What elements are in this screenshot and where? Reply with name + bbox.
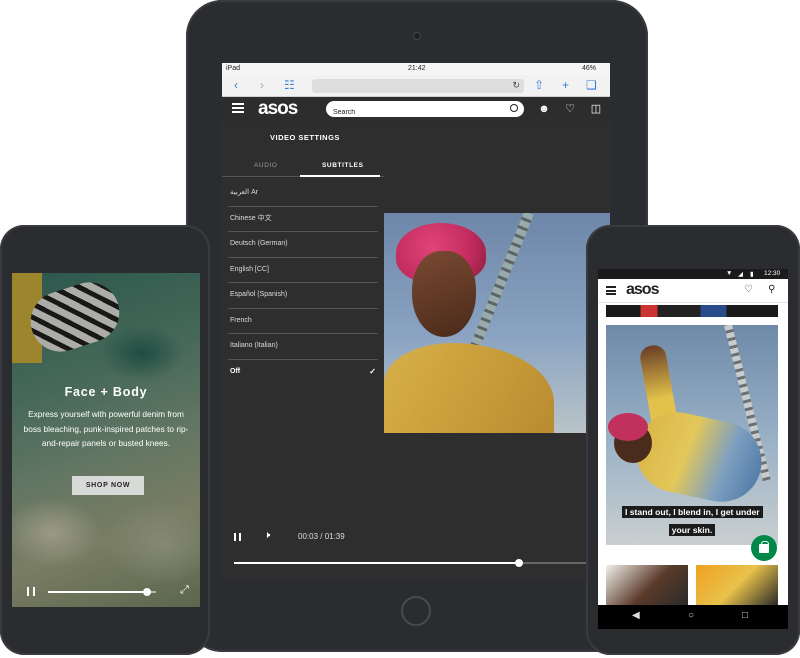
status-time: 21:42 [408,65,426,72]
settings-tabs: AUDIO SUBTITLES [222,157,384,177]
android-status-bar: ▼ ◢ ▮ 12:30 [598,269,788,279]
right-phone-device: ▼ ◢ ▮ 12:30 asos ♡ ⚲ I stand out, I blen… [586,225,800,655]
subtitle-option-arabic[interactable]: العربية Ar [228,181,378,207]
menu-icon[interactable] [606,286,616,295]
subtitle-option-english[interactable]: English [CC] [228,258,378,283]
tablet-home-button[interactable] [401,596,431,626]
bookmarks-icon[interactable]: ☷ [284,78,295,92]
reload-icon[interactable]: ↻ [512,80,520,91]
new-tab-icon[interactable]: + [562,78,569,92]
progress-fill [234,562,519,564]
search-field[interactable] [326,101,524,121]
safari-toolbar: ‹ › ☷ ↻ ⇧ + ❏ [222,75,610,97]
shop-now-button[interactable]: SHOP NOW [72,476,144,495]
wishlist-icon[interactable]: ♡ [564,103,576,115]
active-tab-indicator [300,175,380,177]
account-icon[interactable]: ☻ [538,103,550,115]
model-hair-graphic [608,413,648,441]
carrier-label: iPad [226,65,241,72]
signal-icon: ▼ [726,270,733,277]
progress-fill [48,591,148,593]
product-thumbnail[interactable] [696,565,778,605]
battery-level: 46% [582,65,597,72]
progress-handle[interactable] [514,559,523,567]
collapse-icon[interactable]: ⤢ [180,584,189,597]
status-time: 12:30 [764,270,781,277]
menu-icon[interactable] [232,103,244,113]
subtitle-option-chinese[interactable]: Chinese 中文 [228,207,378,232]
video-frame[interactable] [384,213,610,433]
pause-icon[interactable] [234,533,241,541]
battery-icon: ▮ [750,271,754,278]
asos-logo[interactable]: asos [626,281,659,299]
left-phone-screen: Face + Body Express yourself with powerf… [12,273,200,607]
model-face-graphic [412,251,476,337]
ios-status-bar: iPad 21:42 46% [222,63,610,75]
share-icon[interactable]: ⇧ [534,78,544,92]
address-bar[interactable]: ↻ [312,79,524,93]
forward-icon[interactable]: › [260,78,264,92]
tabs-icon[interactable]: ❏ [586,78,597,92]
product-thumbnail[interactable] [606,565,688,605]
pause-icon[interactable] [27,587,35,596]
caption-text: I stand out, I blend in, I get under you… [622,506,763,536]
subtitle-option-italian[interactable]: Italiano (Italian) [228,334,378,360]
left-phone-device: Face + Body Express yourself with powerf… [0,225,210,655]
tablet-device: iPad 21:42 46% ‹ › ☷ ↻ ⇧ + ❏ asos ☻ ♡ ◫ [186,0,648,652]
back-icon[interactable]: ◀ [632,610,640,621]
asos-logo[interactable]: asos [258,98,298,120]
promo-description: Express yourself with powerful denim fro… [23,409,189,448]
product-image-strip[interactable] [606,305,778,317]
tab-audio[interactable]: AUDIO [254,162,278,169]
cellular-icon: ◢ [738,271,743,278]
tab-subtitles[interactable]: SUBTITLES [322,162,364,169]
subtitle-option-german[interactable]: Deutsch (German) [228,232,378,258]
video-settings-panel: VIDEO SETTINGS AUDIO SUBTITLES العربية A… [222,121,384,578]
hero-video[interactable]: I stand out, I blend in, I get under you… [606,325,778,545]
back-icon[interactable]: ‹ [234,78,238,92]
subtitle-option-label: Off [230,367,241,375]
wishlist-icon[interactable]: ♡ [744,284,753,295]
video-progress-bar[interactable] [234,559,604,567]
right-phone-screen: ▼ ◢ ▮ 12:30 asos ♡ ⚲ I stand out, I blen… [598,269,788,629]
site-header: asos ♡ ⚲ [598,279,788,303]
video-progress-bar[interactable] [48,588,156,596]
volume-icon[interactable]: 🕨 [264,530,270,541]
promo-title: Face + Body [64,385,148,399]
search-icon[interactable] [510,104,518,112]
shopping-bag-button[interactable] [751,535,777,561]
subtitle-list: العربية Ar Chinese 中文 Deutsch (German) E… [228,181,378,385]
bag-icon[interactable]: ◫ [590,103,602,115]
video-controls: 🕨 00:03 / 01:39 [222,528,610,578]
search-input[interactable] [326,104,496,121]
subtitle-option-french[interactable]: French [228,309,378,334]
site-header: asos ☻ ♡ ◫ [222,97,610,121]
search-icon[interactable]: ⚲ [768,284,775,295]
video-settings-title: VIDEO SETTINGS [270,133,340,142]
tablet-screen: iPad 21:42 46% ‹ › ☷ ↻ ⇧ + ❏ asos ☻ ♡ ◫ [222,63,610,578]
video-caption: I stand out, I blend in, I get under you… [622,502,763,538]
subtitle-option-spanish[interactable]: Español (Spanish) [228,283,378,309]
tablet-camera [413,32,421,40]
checkmark-icon: ✓ [369,366,376,376]
model-body-graphic [384,343,554,433]
android-nav-bar: ◀ ○ □ [598,605,788,629]
subtitle-option-off[interactable]: Off ✓ [228,360,378,386]
video-time: 00:03 / 01:39 [298,532,345,541]
recents-icon[interactable]: □ [742,610,748,621]
home-icon[interactable]: ○ [688,610,694,621]
